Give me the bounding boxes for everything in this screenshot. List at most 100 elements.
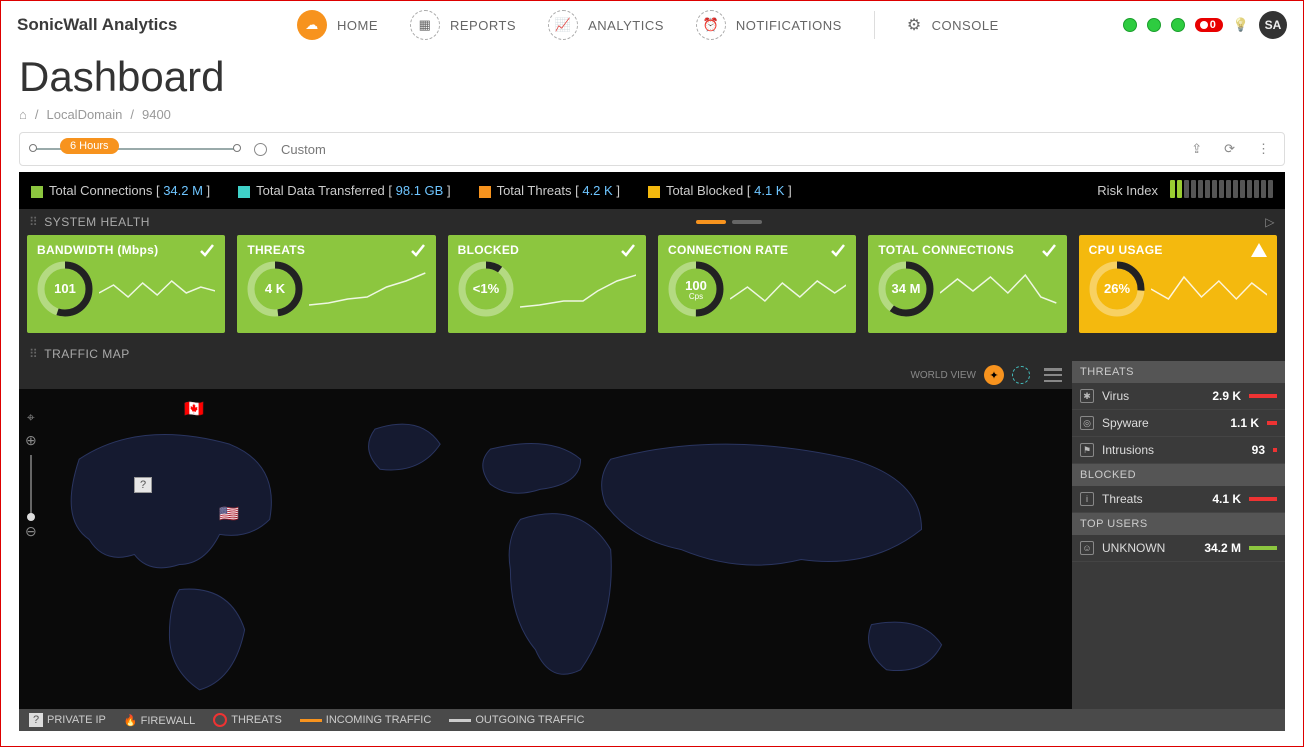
ms-virus[interactable]: ✱Virus2.9 K (1072, 383, 1285, 410)
world-view-label: WORLD VIEW (910, 370, 976, 381)
svg-text:4 K: 4 K (265, 281, 286, 296)
card-threats-spark (309, 263, 425, 315)
svg-text:100: 100 (685, 278, 707, 293)
risk-label: Risk Index (1097, 183, 1158, 198)
header-right: 0 💡 SA (1123, 11, 1287, 39)
summary-blocked[interactable]: Total Blocked [ 4.1 K ] (648, 183, 792, 198)
globe-icon[interactable]: ✦ (984, 365, 1004, 385)
nav-analytics[interactable]: 📈 ANALYTICS (548, 10, 664, 40)
breadcrumb: ⌂/ LocalDomain/ 9400 (19, 107, 1285, 122)
card-connrate-title: CONNECTION RATE (668, 243, 846, 257)
summary-data[interactable]: Total Data Transferred [ 98.1 GB ] (238, 183, 450, 198)
zoom-in-icon[interactable]: ⊕ (25, 432, 37, 449)
crumb-domain[interactable]: LocalDomain (46, 107, 122, 122)
zoom-slider[interactable] (30, 455, 32, 517)
card-blocked-gauge: <1% (458, 261, 514, 317)
map-legend: ?PRIVATE IP 🔥 FIREWALL THREATS INCOMING … (19, 709, 1285, 731)
risk-bars (1168, 180, 1273, 201)
time-range-bar: 6 Hours Custom ⇪ ⟳ ⋮ (19, 132, 1285, 166)
time-slider[interactable]: 6 Hours (30, 148, 240, 150)
pin-unknown[interactable]: ? (134, 477, 152, 493)
card-bandwidth-title: BANDWIDTH (Mbps) (37, 243, 215, 257)
bulb-icon[interactable]: 💡 (1233, 17, 1249, 33)
world-map[interactable]: 🇨🇦 ? 🇺🇸 ⌖ ⊕ ⊖ (19, 389, 1072, 709)
card-threats-title: THREATS (247, 243, 425, 257)
ms-blocked-head: BLOCKED (1072, 464, 1285, 486)
play-icon[interactable]: ▷ (1265, 215, 1275, 229)
card-totalconn-title: TOTAL CONNECTIONS (878, 243, 1056, 257)
flag-usa[interactable]: 🇺🇸 (219, 504, 239, 524)
refresh-icon[interactable]: ⟳ (1220, 141, 1239, 157)
legend-threats: THREATS (213, 713, 282, 727)
reports-icon: ▦ (410, 10, 440, 40)
card-threats-gauge: 4 K (247, 261, 303, 317)
status-dot-2[interactable] (1147, 18, 1161, 32)
home-icon: ☁ (297, 10, 327, 40)
status-dot-1[interactable] (1123, 18, 1137, 32)
alert-badge[interactable]: 0 (1195, 18, 1223, 32)
legend-outgoing: OUTGOING TRAFFIC (449, 714, 584, 726)
svg-text:26%: 26% (1104, 281, 1130, 296)
card-connrate[interactable]: CONNECTION RATE 100Cps (658, 235, 856, 333)
custom-time-label: Custom (281, 142, 326, 157)
zoom-out-icon[interactable]: ⊖ (25, 523, 37, 540)
nav-divider (874, 11, 875, 39)
summary-connections[interactable]: Total Connections [ 34.2 M ] (31, 183, 210, 198)
ms-intrusions[interactable]: ⚑Intrusions93 (1072, 437, 1285, 464)
map-sidebar: THREATS ✱Virus2.9 K ◎Spyware1.1 K ⚑Intru… (1072, 361, 1285, 709)
analytics-icon: 📈 (548, 10, 578, 40)
card-blocked[interactable]: BLOCKED <1% (448, 235, 646, 333)
time-selected-pill[interactable]: 6 Hours (60, 138, 119, 154)
card-pager[interactable] (696, 220, 762, 224)
ms-spyware[interactable]: ◎Spyware1.1 K (1072, 410, 1285, 437)
nav-console[interactable]: ⚙ CONSOLE (907, 15, 999, 35)
home-crumb-icon[interactable]: ⌂ (19, 107, 27, 122)
card-bandwidth[interactable]: BANDWIDTH (Mbps) 101 (27, 235, 225, 333)
flag-canada[interactable]: 🇨🇦 (184, 399, 204, 419)
card-blocked-spark (520, 263, 636, 315)
card-threats[interactable]: THREATS 4 K (237, 235, 435, 333)
alt-view-icon[interactable] (1012, 366, 1030, 384)
user-icon: ☺ (1080, 541, 1094, 555)
nav-reports[interactable]: ▦ REPORTS (410, 10, 516, 40)
card-bandwidth-gauge: 101 (37, 261, 93, 317)
card-blocked-title: BLOCKED (458, 243, 636, 257)
svg-text:Cps: Cps (689, 292, 703, 301)
ms-users-head: TOP USERS (1072, 513, 1285, 535)
map-toolbar: WORLD VIEW ✦ (19, 361, 1072, 389)
traffic-map-header: TRAFFIC MAP (19, 341, 1285, 361)
svg-text:101: 101 (54, 281, 76, 296)
top-nav: ☁ HOME ▦ REPORTS 📈 ANALYTICS ⏰ NOTIFICAT… (297, 10, 1123, 40)
status-dot-3[interactable] (1171, 18, 1185, 32)
page-title: Dashboard (19, 53, 1285, 101)
app-header: SonicWall Analytics ☁ HOME ▦ REPORTS 📈 A… (1, 1, 1303, 49)
legend-incoming: INCOMING TRAFFIC (300, 714, 432, 726)
custom-time-radio[interactable] (254, 143, 267, 156)
summary-threats[interactable]: Total Threats [ 4.2 K ] (479, 183, 620, 198)
nav-notifications-label: NOTIFICATIONS (736, 18, 842, 33)
card-bandwidth-status-icon (199, 243, 215, 260)
user-avatar[interactable]: SA (1259, 11, 1287, 39)
svg-text:34 M: 34 M (892, 281, 921, 296)
gear-icon: ⚙ (907, 15, 922, 35)
ms-threats-head: THREATS (1072, 361, 1285, 383)
map-locate-icon[interactable]: ⌖ (27, 409, 35, 426)
nav-analytics-label: ANALYTICS (588, 18, 664, 33)
card-cpu[interactable]: CPU USAGE 26% (1079, 235, 1277, 333)
card-totalconn[interactable]: TOTAL CONNECTIONS 34 M (868, 235, 1066, 333)
card-threats-status-icon (410, 243, 426, 260)
card-connrate-status-icon (830, 243, 846, 260)
ms-user-unknown[interactable]: ☺UNKNOWN34.2 M (1072, 535, 1285, 562)
card-cpu-title: CPU USAGE (1089, 243, 1267, 257)
card-bandwidth-spark (99, 263, 215, 315)
dashboard-panel: SYSTEM HEALTH ▷ BANDWIDTH (Mbps) 101 THR… (19, 209, 1285, 709)
nav-notifications[interactable]: ⏰ NOTIFICATIONS (696, 10, 842, 40)
info-icon: i (1080, 492, 1094, 506)
ms-blocked-threats[interactable]: iThreats4.1 K (1072, 486, 1285, 513)
notifications-icon: ⏰ (696, 10, 726, 40)
nav-home[interactable]: ☁ HOME (297, 10, 378, 40)
map-menu-icon[interactable] (1044, 368, 1062, 382)
more-icon[interactable]: ⋮ (1253, 141, 1274, 157)
export-icon[interactable]: ⇪ (1187, 141, 1206, 157)
virus-icon: ✱ (1080, 389, 1094, 403)
